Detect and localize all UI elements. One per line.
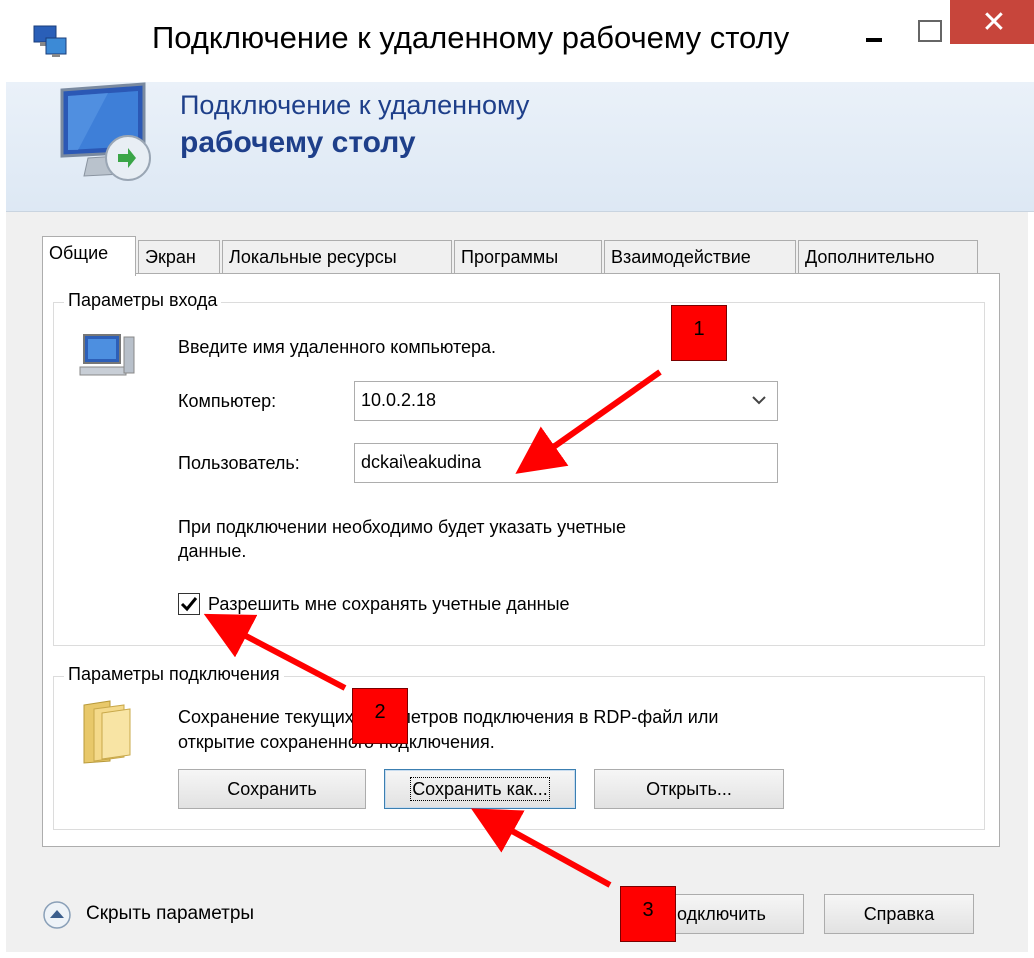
banner-title-line1: Подключение к удаленному xyxy=(180,90,530,120)
computer-icon xyxy=(79,334,135,376)
connection-desc-line1: Сохранение текущих параметров подключени… xyxy=(178,707,719,727)
general-tab-panel: Параметры входа Введите имя удаленного к… xyxy=(42,273,1000,847)
minimize-button[interactable] xyxy=(848,10,900,60)
connection-desc-line2: открытие сохраненного подключения. xyxy=(178,732,495,752)
close-icon: ✕ xyxy=(981,5,1007,39)
chevron-up-circle-icon[interactable] xyxy=(42,900,72,930)
annotation-badge-2: 2 xyxy=(352,688,408,744)
connection-settings-group: Параметры подключения Сохранение текущих… xyxy=(53,664,985,830)
help-button[interactable]: Справка xyxy=(824,894,974,934)
computer-combobox[interactable]: 10.0.2.18 xyxy=(354,381,778,421)
credentials-note-line2: данные. xyxy=(178,541,247,561)
computer-hint: Введите имя удаленного компьютера. xyxy=(178,337,497,357)
tab-advanced[interactable]: Дополнительно xyxy=(798,240,978,274)
save-credentials-label[interactable]: Разрешить мне сохранять учетные данные xyxy=(208,594,570,615)
save-as-button[interactable]: Сохранить как... xyxy=(384,769,576,809)
rdp-window: Подключение к удаленному рабочему столу … xyxy=(0,0,1034,958)
tab-local-resources[interactable]: Локальные ресурсы xyxy=(222,240,452,274)
computer-value: 10.0.2.18 xyxy=(361,390,437,410)
user-field[interactable]: dckai\eakudina xyxy=(354,443,778,483)
tab-programs[interactable]: Программы xyxy=(454,240,602,274)
user-label: Пользователь: xyxy=(178,453,300,473)
open-button[interactable]: Открыть... xyxy=(594,769,784,809)
banner-title-line2: рабочему столу xyxy=(180,126,416,159)
window-title: Подключение к удаленному рабочему столу xyxy=(152,20,790,55)
remote-desktop-icon xyxy=(33,25,67,57)
login-settings-group: Параметры входа Введите имя удаленного к… xyxy=(53,290,985,646)
user-value: dckai\eakudina xyxy=(361,452,482,472)
save-as-label: Сохранить как... xyxy=(410,777,550,801)
tab-experience[interactable]: Взаимодействие xyxy=(604,240,796,274)
close-button[interactable]: ✕ xyxy=(950,0,1034,44)
monitor-remote-icon xyxy=(60,82,151,181)
credentials-note-line1: При подключении необходимо будет указать… xyxy=(178,517,626,537)
save-button[interactable]: Сохранить xyxy=(178,769,366,809)
tab-general[interactable]: Общие xyxy=(42,236,136,276)
annotation-badge-1: 1 xyxy=(671,305,727,361)
folder-icon xyxy=(83,700,131,764)
computer-label: Компьютер: xyxy=(178,391,277,411)
title-bar[interactable]: Подключение к удаленному рабочему столу … xyxy=(6,0,1034,82)
header-banner: Подключение к удаленному рабочему столу xyxy=(6,82,1034,212)
tab-display[interactable]: Экран xyxy=(138,240,220,274)
save-credentials-checkbox[interactable] xyxy=(178,593,200,615)
maximize-button[interactable] xyxy=(902,10,954,60)
hide-options-label[interactable]: Скрыть параметры xyxy=(86,903,254,925)
annotation-badge-3: 3 xyxy=(620,886,676,942)
connection-group-title: Параметры подключения xyxy=(64,664,284,685)
chevron-down-icon[interactable] xyxy=(751,392,767,408)
login-group-title: Параметры входа xyxy=(64,290,222,311)
checkmark-icon xyxy=(180,597,198,612)
